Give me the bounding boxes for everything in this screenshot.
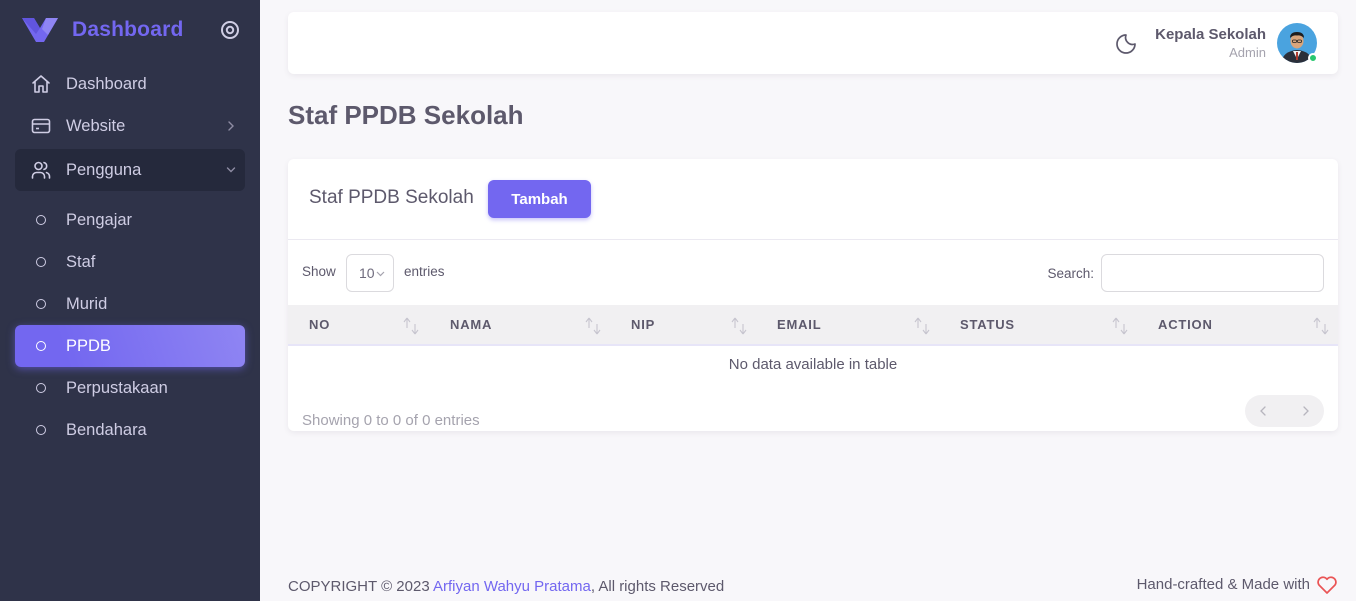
sidebar-subitem-label: Pengajar (66, 210, 133, 229)
avatar[interactable] (1277, 23, 1318, 63)
user-name: Kepala Sekolah (1155, 26, 1266, 43)
chevron-down-icon (376, 271, 385, 277)
circle-icon (36, 341, 46, 351)
chevron-right-icon[interactable] (1298, 403, 1314, 419)
column-header-nama[interactable]: NAMA (450, 305, 492, 344)
column-header-email[interactable]: EMAIL (777, 305, 821, 344)
entries-label: entries (404, 264, 445, 279)
copyright-prefix: COPYRIGHT © 2023 (288, 578, 433, 595)
footer-copyright: COPYRIGHT © 2023 Arfiyan Wahyu Pratama, … (288, 578, 724, 595)
table-header: NO NAMA NIP EMAIL STATUS ACTION (288, 305, 1338, 346)
brand-logo-icon (22, 18, 58, 42)
sidebar-item-label: Dashboard (66, 74, 147, 93)
sidebar-item-label: Pengguna (66, 160, 142, 179)
chevron-down-icon (226, 167, 236, 173)
sidebar-item-dashboard[interactable]: Dashboard (15, 64, 245, 104)
sidebar-subitem-label: Bendahara (66, 420, 147, 439)
sidebar-subitem-staf[interactable]: Staf (15, 241, 245, 283)
sidebar-item-pengguna[interactable]: Pengguna (15, 149, 245, 191)
sidebar-subitem-bendahara[interactable]: Bendahara (15, 409, 245, 451)
sort-icon[interactable] (914, 316, 930, 336)
circle-icon (36, 215, 46, 225)
pagination (1245, 395, 1324, 427)
top-navbar: Kepala Sekolah Admin (288, 12, 1338, 74)
users-icon (31, 161, 51, 179)
sidebar-subitem-ppdb[interactable]: PPDB (15, 325, 245, 367)
sidebar-item-website[interactable]: Website (15, 106, 245, 146)
sidebar-subitem-label: Perpustakaan (66, 378, 168, 397)
sidebar-subitem-label: Staf (66, 252, 96, 271)
search-label: Search: (1047, 266, 1094, 281)
column-header-no[interactable]: NO (309, 305, 330, 344)
chevron-left-icon[interactable] (1255, 403, 1271, 419)
sort-icon[interactable] (1112, 316, 1128, 336)
home-icon (32, 75, 50, 93)
page-length-select[interactable]: 10 (346, 254, 394, 292)
column-header-nip[interactable]: NIP (631, 305, 655, 344)
circle-icon (36, 425, 46, 435)
author-link[interactable]: Arfiyan Wahyu Pratama (433, 578, 591, 595)
add-button[interactable]: Tambah (488, 180, 591, 218)
heart-icon (1317, 576, 1337, 594)
sort-icon[interactable] (731, 316, 747, 336)
sidebar-subitem-pengajar[interactable]: Pengajar (15, 199, 245, 241)
user-role: Admin (1229, 45, 1266, 60)
empty-table-message: No data available in table (728, 356, 898, 373)
sidebar: Dashboard Dashboard Website Pengguna Pen… (0, 0, 260, 601)
sort-icon[interactable] (1313, 316, 1329, 336)
sidebar-subitem-label: PPDB (66, 336, 111, 355)
sidebar-menu: Dashboard Website Pengguna Pengajar Staf… (15, 64, 245, 451)
card-header: Staf PPDB Sekolah Tambah (288, 159, 1338, 240)
copyright-suffix: , All rights Reserved (590, 578, 725, 595)
page-length-value: 10 (359, 265, 375, 281)
sidebar-item-label: Website (66, 116, 126, 135)
moon-icon[interactable] (1114, 32, 1138, 56)
column-header-status[interactable]: STATUS (960, 305, 1015, 344)
brand-title: Dashboard (72, 18, 184, 41)
search-input[interactable] (1101, 254, 1324, 292)
sidebar-subitem-murid[interactable]: Murid (15, 283, 245, 325)
staff-table-card: Staf PPDB Sekolah Tambah Show 10 entries… (288, 159, 1338, 431)
circle-icon (36, 383, 46, 393)
footer-made-with: Hand-crafted & Made with (1136, 576, 1310, 593)
table-info: Showing 0 to 0 of 0 entries (302, 412, 480, 429)
circle-icon (36, 257, 46, 267)
sidebar-subitem-label: Murid (66, 294, 108, 313)
column-header-action[interactable]: ACTION (1158, 305, 1213, 344)
online-status-dot (1308, 53, 1318, 63)
sort-icon[interactable] (585, 316, 601, 336)
brand[interactable]: Dashboard (22, 14, 242, 46)
show-label: Show (302, 264, 336, 279)
card-icon (31, 118, 51, 134)
sort-icon[interactable] (403, 316, 419, 336)
sidebar-subitem-perpustakaan[interactable]: Perpustakaan (15, 367, 245, 409)
circle-icon (36, 299, 46, 309)
menu-toggle-icon[interactable] (220, 20, 240, 40)
chevron-right-icon (228, 121, 234, 131)
card-title: Staf PPDB Sekolah (309, 187, 474, 208)
page-title: Staf PPDB Sekolah (288, 100, 524, 130)
